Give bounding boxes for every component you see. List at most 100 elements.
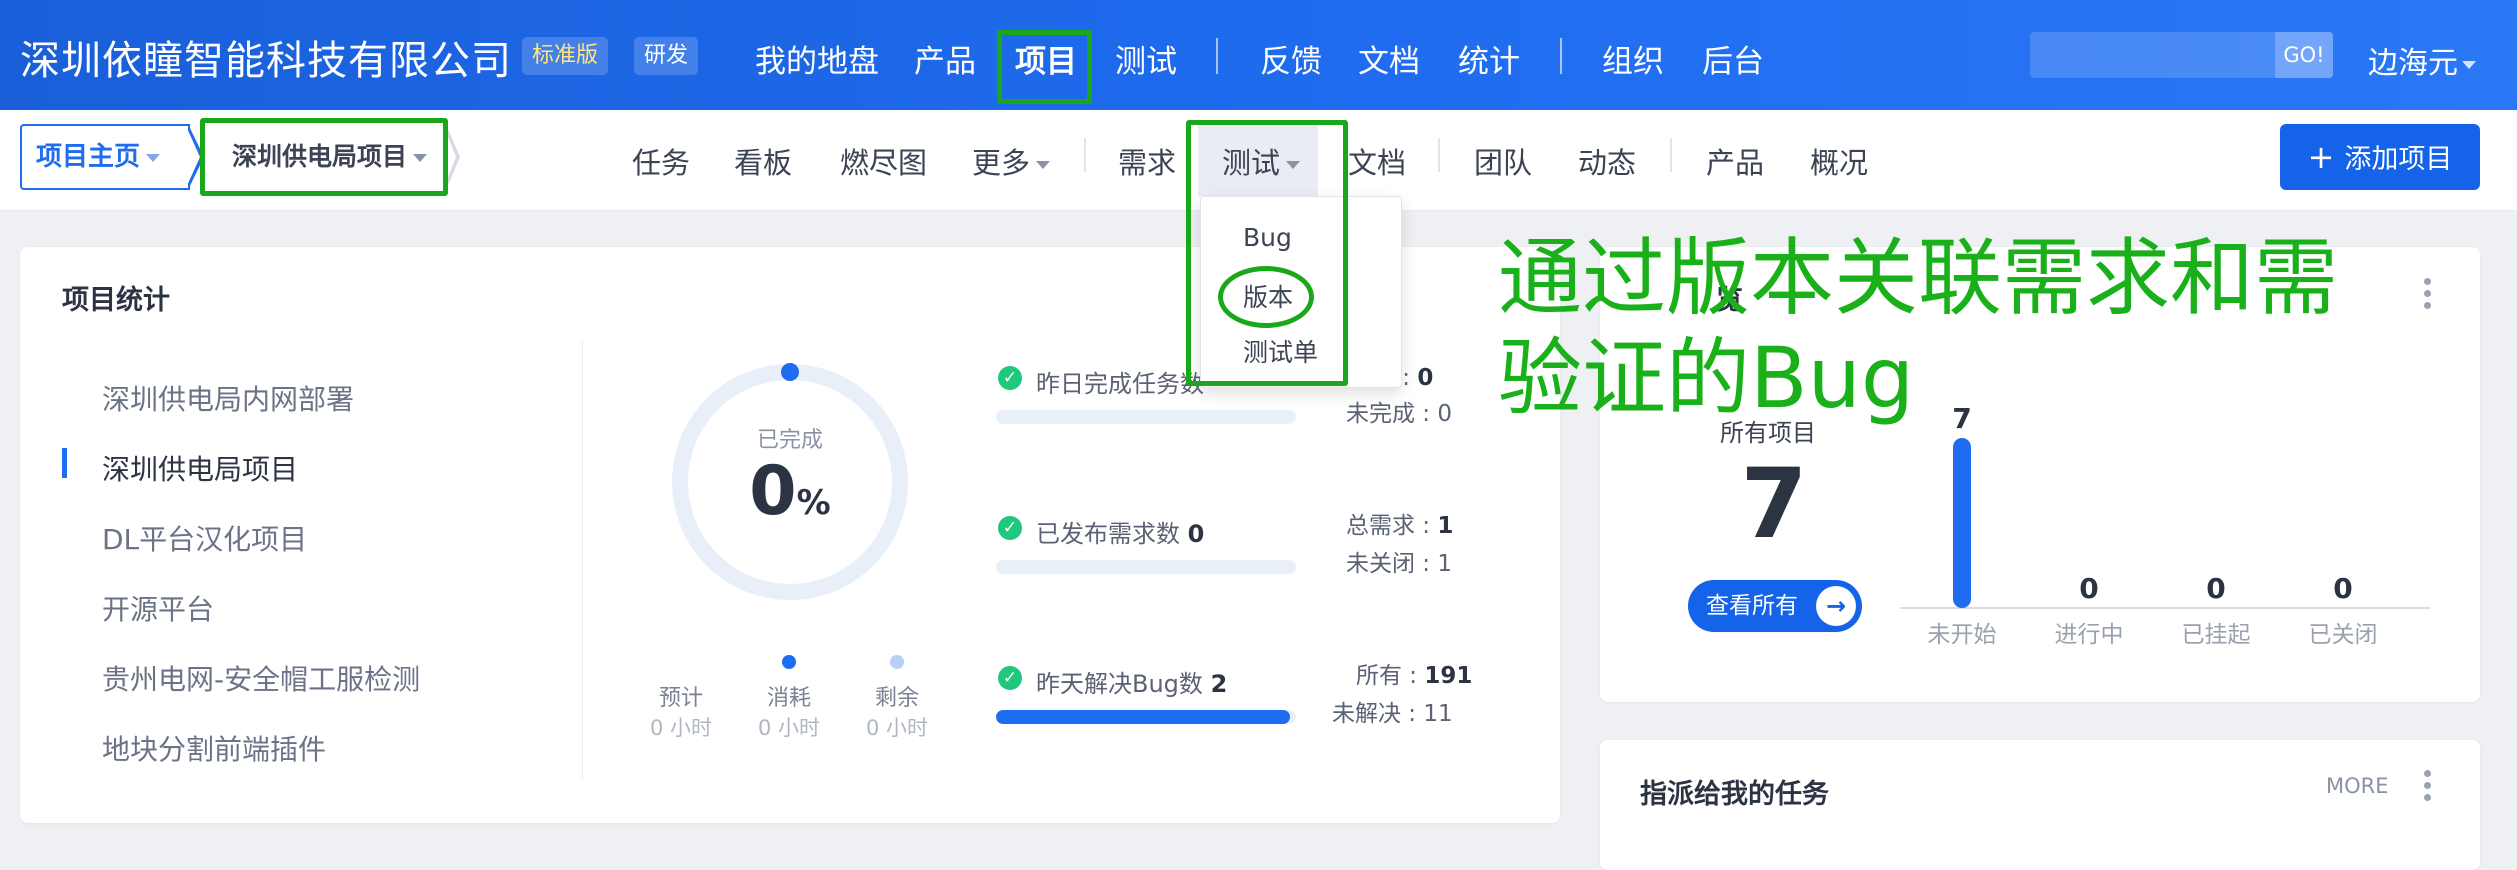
all-projects-count: 7 (1740, 448, 1808, 560)
legend-remaining-value: 0 小时 (865, 716, 929, 740)
annotation-highlight-test-menu (1186, 120, 1348, 386)
metric-label-text: 已发布需求数 (1036, 520, 1180, 548)
metric-side-value: 191 (1424, 663, 1473, 689)
chart-category-label: 已关闭 (2309, 622, 2378, 648)
metric-side-2: 未解决 : 11 (1332, 694, 1453, 728)
metric-side-label: 所有 : (1356, 663, 1425, 689)
annotation-highlight-project-nav (997, 30, 1092, 104)
consumed-legend-dot (782, 655, 796, 669)
nav-admin[interactable]: 后台 (1702, 36, 1764, 81)
remaining-legend-dot (890, 655, 904, 669)
chevron-down-icon (2462, 60, 2476, 69)
nav-my-dashboard[interactable]: 我的地盘 (755, 36, 879, 81)
check-icon: ✓ (998, 666, 1022, 690)
metric-bar-fill (996, 710, 1290, 724)
more-options-icon[interactable] (2424, 278, 2432, 314)
metric-label: 昨天解决Bug数 2 (1036, 664, 1227, 699)
project-list-item[interactable]: 深圳供电局内网部署 (102, 378, 354, 418)
more-link[interactable]: MORE (2326, 774, 2389, 798)
view-all-label: 查看所有 (1706, 593, 1798, 619)
project-list-item[interactable]: 地块分割前端插件 (102, 728, 326, 768)
nav-product[interactable]: 产品 (914, 36, 976, 81)
add-project-button[interactable]: + 添加项目 (2280, 124, 2480, 190)
project-list-item[interactable]: 深圳供电局项目 (102, 448, 298, 488)
breadcrumb-project-home[interactable]: 项目主页 (20, 124, 190, 190)
chart-bar (1953, 438, 1971, 608)
subnav-product[interactable]: 产品 (1706, 140, 1764, 182)
chart-category-label: 进行中 (2055, 622, 2124, 648)
nav-org[interactable]: 组织 (1602, 36, 1664, 81)
subnav-stories[interactable]: 需求 (1118, 140, 1176, 182)
progress-number: 0 (749, 452, 797, 531)
metric-side-value: 11 (1423, 701, 1453, 727)
progress-ring-marker (781, 363, 799, 381)
annotation-line-2: 验证的Bug (1498, 329, 1915, 427)
subnav-team[interactable]: 团队 (1474, 140, 1532, 182)
metric-side-label: 未解决 : (1332, 701, 1424, 727)
subnav-kanban[interactable]: 看板 (734, 140, 792, 182)
view-all-button[interactable]: 查看所有 → (1688, 580, 1862, 632)
subnav-docs[interactable]: 文档 (1348, 140, 1406, 182)
chart-category-label: 已挂起 (2182, 622, 2251, 648)
project-status-chart: 7未开始0进行中0已挂起0已关闭 (1900, 402, 2430, 648)
chevron-down-icon (1036, 161, 1051, 169)
breadcrumb-separator-fill (186, 126, 200, 188)
metric-bar (996, 560, 1296, 574)
metric-side-label: 未关闭 : (1346, 551, 1438, 577)
user-menu[interactable]: 边海元 (2368, 38, 2476, 82)
nav-test[interactable]: 测试 (1115, 36, 1177, 81)
subnav-more[interactable]: 更多 (972, 140, 1051, 182)
chart-value-label: 0 (2079, 572, 2098, 605)
assigned-tasks-title: 指派给我的任务 (1640, 779, 1829, 810)
chart-category-label: 未开始 (1928, 622, 1997, 648)
metric-label: 昨日完成任务数 (1036, 370, 1204, 398)
subnav-tasks[interactable]: 任务 (632, 140, 690, 182)
subnav-divider (1084, 138, 1086, 172)
subnav-more-label: 更多 (972, 146, 1031, 180)
annotation-highlight-build-item (1218, 266, 1314, 328)
project-list-item[interactable]: 开源平台 (102, 588, 214, 628)
legend-remaining-label: 剩余 (874, 686, 919, 711)
mode-badge[interactable]: 研发 (634, 37, 699, 75)
metric-bar (996, 710, 1296, 724)
more-options-icon[interactable] (2424, 770, 2432, 806)
subnav-divider (1670, 138, 1672, 172)
subnav-overview[interactable]: 概况 (1810, 140, 1868, 182)
search-go-button[interactable]: GO! (2275, 32, 2333, 78)
metric-bar (996, 410, 1296, 424)
project-list-item[interactable]: 贵州电网-安全帽工服检测 (102, 658, 420, 698)
add-project-label: 添加项目 (2344, 144, 2453, 175)
nav-stats[interactable]: 统计 (1458, 36, 1520, 81)
metric-value: 2 (1210, 670, 1228, 698)
active-project-indicator (62, 448, 67, 478)
subnav-activity[interactable]: 动态 (1578, 140, 1636, 182)
metric-side-1: 总需求 : 1 (1346, 506, 1453, 540)
progress-label: 已完成 (756, 428, 823, 453)
metric-side-2: 未关闭 : 1 (1346, 544, 1452, 578)
chevron-down-icon (146, 153, 161, 162)
annotation-highlight-project-crumb (200, 118, 448, 196)
project-stats-title: 项目统计 (62, 285, 170, 316)
legend-consumed-value: 0 小时 (757, 716, 821, 740)
nav-feedback[interactable]: 反馈 (1260, 36, 1322, 81)
nav-divider (1216, 38, 1218, 74)
metric-label: 已发布需求数 0 (1036, 514, 1204, 549)
metric-side-value: 0 (1417, 365, 1434, 391)
subnav-divider (1438, 138, 1440, 172)
check-icon: ✓ (998, 516, 1022, 540)
legend-estimate-label: 预计 (658, 686, 703, 711)
metric-side-label: 总需求 : (1346, 513, 1438, 539)
metric-side-label: 未完成 : (1346, 401, 1438, 427)
project-list-item[interactable]: DL平台汉化项目 (102, 518, 307, 558)
check-icon: ✓ (998, 366, 1022, 390)
metric-label-text: 昨天解决Bug数 (1036, 670, 1203, 698)
plus-icon: + (2307, 138, 2335, 176)
search-input[interactable] (2030, 32, 2275, 78)
nav-docs[interactable]: 文档 (1358, 36, 1420, 81)
panel-divider (582, 340, 583, 780)
metric-side-value: 0 (1437, 401, 1453, 427)
subnav-burndown[interactable]: 燃尽图 (840, 140, 927, 182)
legend-consumed-label: 消耗 (766, 686, 811, 711)
annotation-line-1: 通过版本关联需求和需 (1498, 229, 2339, 327)
company-name[interactable]: 深圳依瞳智能科技有限公司 (20, 28, 512, 86)
